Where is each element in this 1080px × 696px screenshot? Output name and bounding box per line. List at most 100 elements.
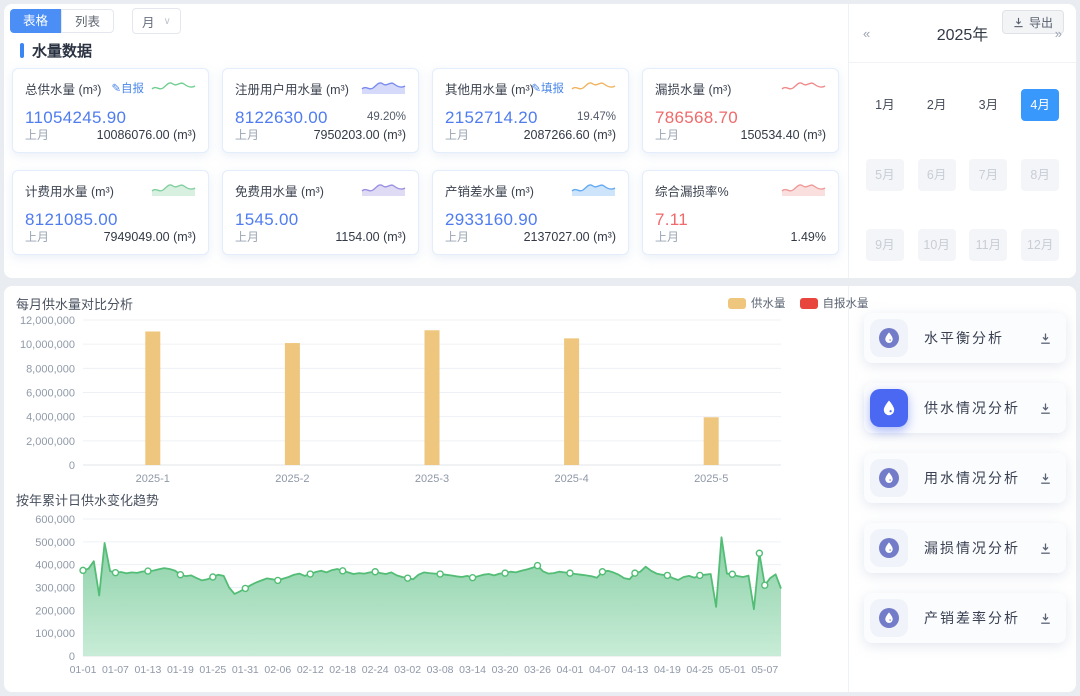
tab-table[interactable]: 表格	[10, 9, 61, 33]
data-point[interactable]	[502, 570, 508, 576]
calendar-header: « 2025年 »	[849, 4, 1076, 63]
legend-item[interactable]: 供水量	[728, 295, 786, 311]
prev-month-value: 150534.40 (m³)	[741, 128, 826, 142]
svg-text:05-01: 05-01	[719, 664, 746, 676]
calendar-month-2[interactable]: 2月	[918, 89, 956, 121]
calendar-month-10: 10月	[918, 229, 956, 261]
analysis-button-2[interactable]: 用水情况分析	[864, 453, 1066, 503]
prev-month-label: 上月	[655, 228, 679, 245]
stat-card: 注册用户用水量 (m³)8122630.0049.20%上月7950203.00…	[222, 68, 419, 153]
sparkline-icon	[570, 76, 618, 96]
sparkline-icon	[780, 76, 828, 96]
report-tag-link[interactable]: ✎填报	[531, 80, 564, 96]
calendar-month-4[interactable]: 4月	[1021, 89, 1059, 121]
section-title-text: 水量数据	[32, 40, 92, 61]
stat-card-title: 综合漏损率%	[655, 185, 729, 199]
data-point[interactable]	[632, 570, 638, 576]
daily-supply-area-chart: 0100,000200,000300,000400,000500,000600,…	[4, 510, 804, 690]
svg-text:0: 0	[69, 651, 75, 663]
stat-card-percent: 49.20%	[367, 111, 406, 123]
view-toolbar: 表格 列表 月 ∨	[10, 8, 181, 34]
stat-card-value: 11054245.90	[25, 108, 196, 128]
calendar-month-grid: 1月2月3月4月5月6月7月8月9月10月11月12月	[849, 63, 1076, 261]
data-point[interactable]	[405, 575, 411, 581]
data-point[interactable]	[112, 570, 118, 576]
calendar-month-3[interactable]: 3月	[969, 89, 1007, 121]
year-calendar: « 2025年 » 1月2月3月4月5月6月7月8月9月10月11月12月	[849, 4, 1076, 261]
download-icon[interactable]	[1039, 472, 1052, 485]
tab-list[interactable]: 列表	[61, 9, 114, 33]
legend-item[interactable]: 自报水量	[800, 295, 869, 311]
bar[interactable]	[425, 330, 440, 465]
svg-text:6,000,000: 6,000,000	[26, 388, 75, 400]
data-point[interactable]	[372, 569, 378, 575]
data-point[interactable]	[470, 575, 476, 581]
data-point[interactable]	[177, 572, 183, 578]
analysis-button-label: 用水情况分析	[924, 468, 1039, 488]
bar[interactable]	[145, 331, 160, 465]
data-point[interactable]	[762, 582, 768, 588]
bar[interactable]	[704, 417, 719, 465]
analysis-button-0[interactable]: 水平衡分析	[864, 313, 1066, 363]
svg-text:02-06: 02-06	[264, 664, 291, 676]
data-point[interactable]	[664, 572, 670, 578]
analysis-button-3[interactable]: 漏损情况分析	[864, 523, 1066, 573]
report-tag-link[interactable]: ✎自报	[111, 80, 144, 96]
data-point[interactable]	[242, 585, 248, 591]
legend-label: 自报水量	[823, 295, 869, 311]
period-select[interactable]: 月 ∨	[132, 8, 181, 34]
calendar-year-label: 2025年	[937, 21, 989, 45]
data-point[interactable]	[275, 577, 281, 583]
analysis-button-4[interactable]: 产销差率分析	[864, 593, 1066, 643]
period-select-value: 月	[142, 12, 155, 31]
stat-card: 总供水量 (m³)✎自报11054245.90上月10086076.00 (m³…	[12, 68, 209, 153]
data-point[interactable]	[80, 567, 86, 573]
svg-text:03-14: 03-14	[459, 664, 486, 676]
bar[interactable]	[564, 338, 579, 465]
data-point[interactable]	[307, 571, 313, 577]
download-icon[interactable]	[1039, 332, 1052, 345]
data-point[interactable]	[535, 563, 541, 569]
prev-month-label: 上月	[235, 228, 259, 245]
data-point[interactable]	[340, 568, 346, 574]
prev-month-value: 2137027.00 (m³)	[524, 230, 616, 244]
svg-text:4,000,000: 4,000,000	[26, 412, 75, 424]
analysis-button-list: 水平衡分析供水情况分析用水情况分析漏损情况分析产销差率分析	[864, 313, 1066, 643]
analysis-button-label: 供水情况分析	[924, 398, 1039, 418]
download-icon[interactable]	[1039, 402, 1052, 415]
report-tag-label: 填报	[541, 83, 564, 95]
stat-card: 漏损水量 (m³)786568.70上月150534.40 (m³)	[642, 68, 839, 153]
chevron-down-icon: ∨	[164, 16, 171, 27]
download-icon[interactable]	[1039, 612, 1052, 625]
stat-card-footer: 上月2137027.00 (m³)	[445, 228, 616, 245]
svg-text:04-07: 04-07	[589, 664, 616, 676]
svg-text:500,000: 500,000	[35, 537, 75, 549]
water-drop-icon	[870, 459, 908, 497]
svg-text:2025-5: 2025-5	[694, 473, 728, 485]
data-point[interactable]	[697, 572, 703, 578]
data-point[interactable]	[729, 571, 735, 577]
water-drop-icon	[870, 529, 908, 567]
data-point[interactable]	[567, 570, 573, 576]
calendar-month-1[interactable]: 1月	[866, 89, 904, 121]
stat-card: 产销差水量 (m³)2933160.90上月2137027.00 (m³)	[432, 170, 629, 255]
prev-month-value: 2087266.60 (m³)	[524, 128, 616, 142]
stat-card-footer: 上月150534.40 (m³)	[655, 126, 826, 143]
stat-card-title: 计费用水量 (m³)	[25, 185, 114, 199]
data-point[interactable]	[599, 569, 605, 575]
bar-chart-legend: 供水量 自报水量	[728, 295, 869, 311]
data-point[interactable]	[145, 568, 151, 574]
edit-icon: ✎	[531, 83, 541, 95]
data-point[interactable]	[437, 571, 443, 577]
calendar-next-icon[interactable]: »	[1055, 26, 1062, 41]
svg-text:600,000: 600,000	[35, 514, 75, 526]
analysis-button-1[interactable]: 供水情况分析	[864, 383, 1066, 433]
calendar-month-5: 5月	[866, 159, 904, 191]
download-icon[interactable]	[1039, 542, 1052, 555]
calendar-prev-icon[interactable]: «	[863, 26, 870, 41]
data-point[interactable]	[210, 574, 216, 580]
bar[interactable]	[285, 343, 300, 465]
analysis-button-label: 水平衡分析	[924, 328, 1039, 348]
svg-text:02-18: 02-18	[329, 664, 356, 676]
data-point[interactable]	[756, 550, 762, 556]
